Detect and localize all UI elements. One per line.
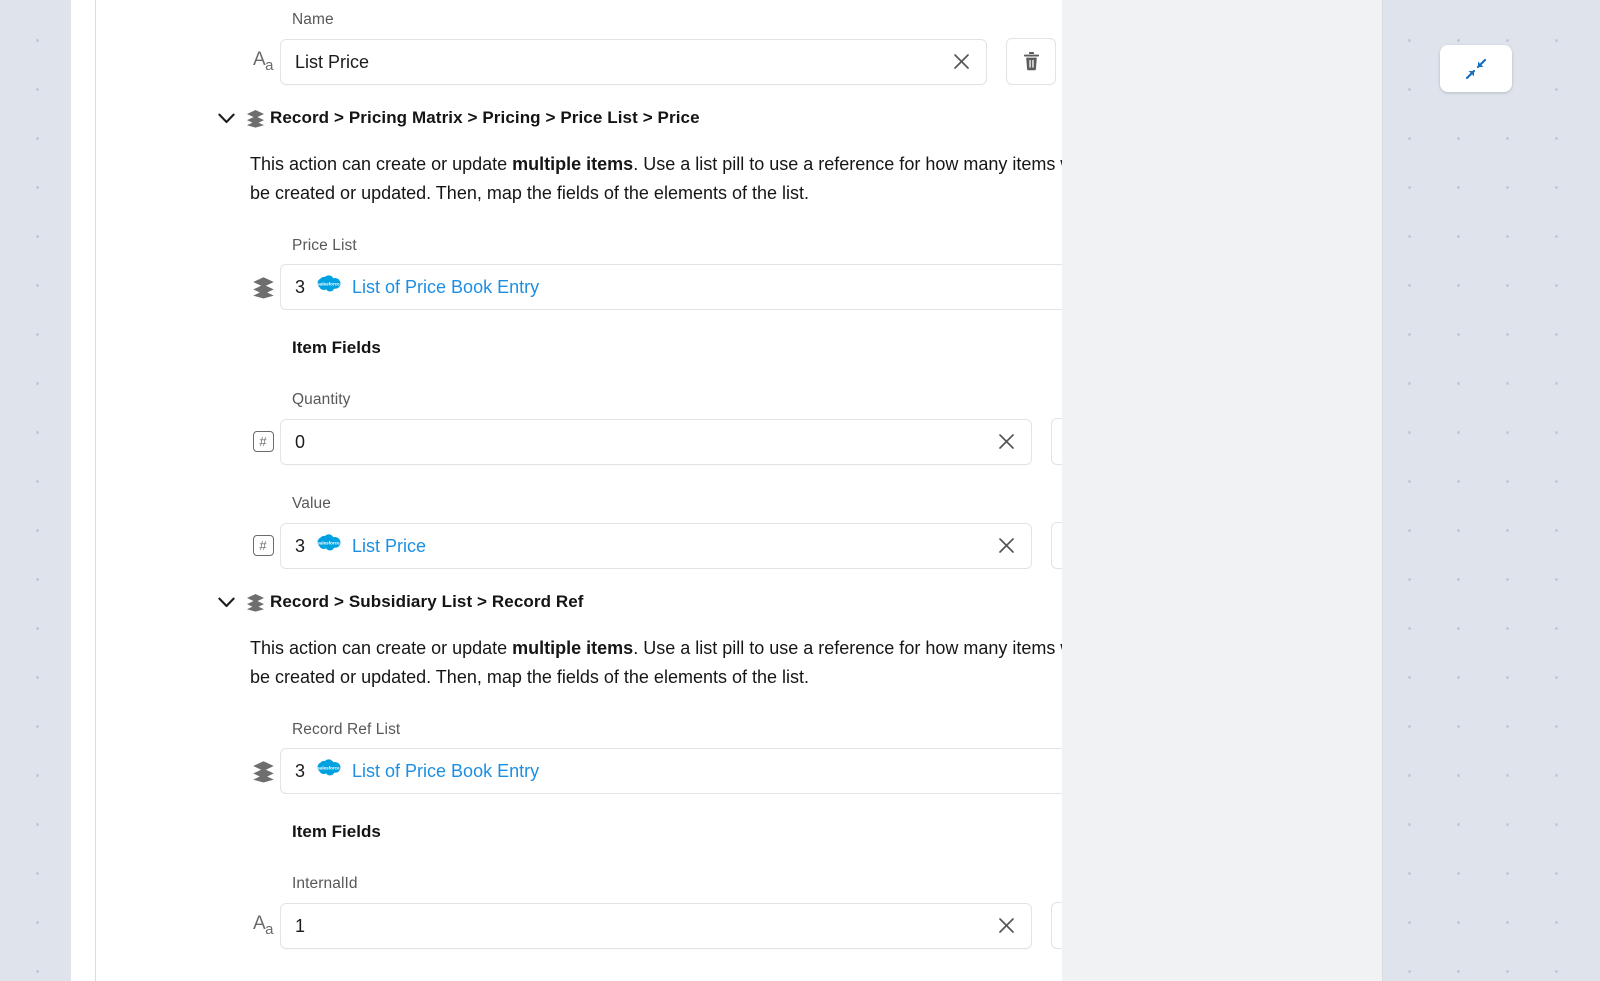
internalid-input-value: 1 [295, 915, 306, 936]
collapse-panel-button[interactable] [1440, 45, 1512, 92]
record-ref-list-count: 3 [295, 761, 306, 781]
close-icon[interactable] [993, 913, 1019, 939]
price-list-pill-label: List of Price Book Entry [352, 277, 540, 297]
chevron-down-icon[interactable] [211, 113, 241, 124]
quantity-label: Quantity [292, 391, 351, 408]
layers-icon [246, 760, 280, 783]
record-ref-list-pill-label: List of Price Book Entry [352, 761, 540, 781]
section-description: This action can create or update multipl… [250, 150, 1062, 208]
section-title: Record > Subsidiary List > Record Ref [270, 592, 584, 611]
number-type-icon: # [246, 535, 280, 556]
record-ref-list-label-wrap: Record Ref List [292, 720, 400, 740]
svg-text:salesforce: salesforce [317, 540, 340, 545]
value-count: 3 [295, 535, 306, 556]
layers-icon [241, 593, 270, 612]
delete-internalid-field-button[interactable] [1051, 902, 1062, 949]
number-type-icon-glyph: # [252, 535, 274, 556]
section-description-bold: multiple items [512, 638, 634, 658]
value-pill-label: List Price [352, 535, 427, 556]
value-pill-input[interactable]: 3 salesforce List Price [280, 522, 1032, 569]
close-icon[interactable] [993, 429, 1019, 455]
price-list-label: Price List [292, 237, 357, 254]
record-ref-list-pill-input[interactable]: 3 salesforce List of Price Book Entry [280, 748, 1062, 794]
price-list-row: 3 salesforce List of Price Book Entry [246, 264, 1062, 310]
section-description-before: This action can create or update [250, 154, 513, 174]
quantity-row: # 0 [246, 418, 1062, 465]
collapse-arrows-icon [1465, 58, 1487, 79]
internalid-row: Aa 1 [246, 902, 1062, 949]
section-title: Record > Pricing Matrix > Pricing > Pric… [270, 108, 700, 127]
trash-icon [1023, 52, 1039, 71]
layers-icon [246, 276, 280, 299]
number-type-icon: # [246, 431, 280, 452]
salesforce-cloud-icon: salesforce [314, 274, 343, 300]
record-ref-list-row: 3 salesforce List of Price Book Entry [246, 748, 1062, 794]
name-input[interactable]: List Price [280, 38, 987, 85]
salesforce-cloud-icon: salesforce [314, 758, 343, 784]
internalid-label-wrap: InternalId [292, 874, 358, 894]
text-type-icon-glyph: Aa [252, 913, 274, 938]
svg-text:salesforce: salesforce [317, 766, 340, 771]
action-config-panel: Name Aa List Price Record > Pricing Matr… [95, 0, 1383, 981]
item-fields-heading: Item Fields [292, 822, 381, 841]
value-label-wrap: Value [292, 494, 331, 514]
quantity-input-value: 0 [295, 431, 306, 452]
close-icon[interactable] [1061, 758, 1062, 784]
internalid-input[interactable]: 1 [280, 902, 1032, 949]
price-list-label-wrap: Price List [292, 236, 357, 256]
section-header-pricing[interactable]: Record > Pricing Matrix > Pricing > Pric… [211, 108, 700, 128]
close-icon[interactable] [948, 49, 974, 75]
quantity-input[interactable]: 0 [280, 418, 1032, 465]
value-label: Value [292, 495, 331, 512]
section-description: This action can create or update multipl… [250, 634, 1062, 692]
text-type-icon: Aa [246, 913, 280, 938]
name-field-label-wrap: Name [292, 10, 334, 30]
quantity-label-wrap: Quantity [292, 390, 351, 410]
internalid-label: InternalId [292, 875, 358, 892]
chevron-down-icon[interactable] [211, 597, 241, 608]
section-description-bold: multiple items [512, 154, 634, 174]
layers-icon [241, 109, 270, 128]
text-type-icon-glyph: Aa [252, 49, 274, 74]
delete-name-field-button[interactable] [1006, 38, 1056, 85]
section-description-before: This action can create or update [250, 638, 513, 658]
action-config-panel-content: Name Aa List Price Record > Pricing Matr… [96, 0, 1062, 981]
item-fields-heading: Item Fields [292, 338, 381, 357]
name-field-row: Aa List Price [246, 38, 1056, 85]
text-type-icon: Aa [246, 49, 280, 74]
workflow-canvas: Name Aa List Price Record > Pricing Matr… [0, 0, 1600, 981]
close-icon[interactable] [993, 533, 1019, 559]
name-field-label: Name [292, 11, 334, 28]
price-list-pill-input[interactable]: 3 salesforce List of Price Book Entry [280, 264, 1062, 310]
section-header-subsidiary[interactable]: Record > Subsidiary List > Record Ref [211, 592, 584, 612]
salesforce-cloud-icon: salesforce [314, 533, 343, 559]
record-ref-list-label: Record Ref List [292, 721, 401, 738]
left-gutter [71, 0, 95, 981]
name-input-value: List Price [295, 51, 370, 72]
delete-value-field-button[interactable] [1051, 522, 1062, 569]
value-row: # 3 salesforce List Price [246, 522, 1062, 569]
number-type-icon-glyph: # [252, 431, 274, 452]
delete-quantity-field-button[interactable] [1051, 418, 1062, 465]
close-icon[interactable] [1061, 274, 1062, 300]
svg-text:salesforce: salesforce [317, 282, 340, 287]
price-list-count: 3 [295, 277, 306, 297]
